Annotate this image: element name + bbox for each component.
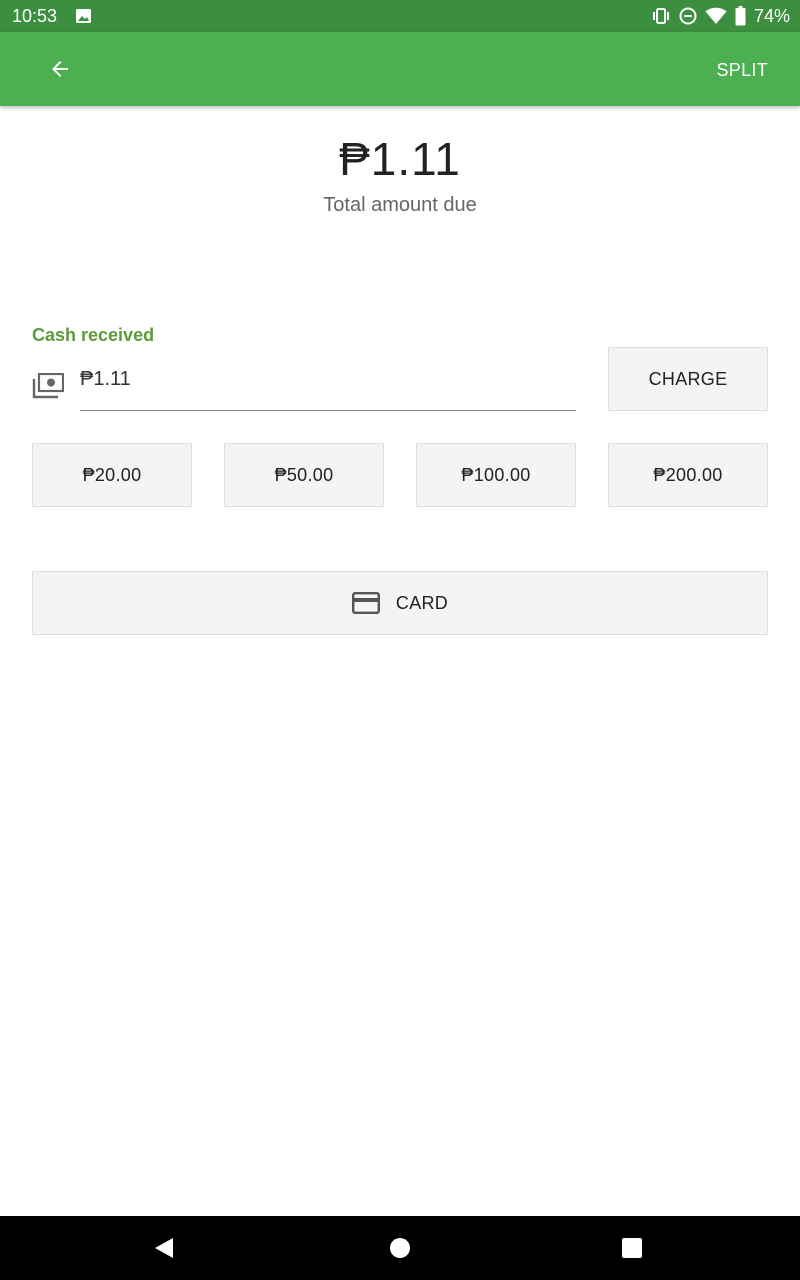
wifi-icon xyxy=(705,7,727,24)
money-icon xyxy=(32,373,64,399)
quick-amount-button[interactable]: ₱100.00 xyxy=(416,443,576,507)
status-bar: 10:53 74% xyxy=(0,0,800,32)
status-time: 10:53 xyxy=(12,6,58,26)
battery-percent: 74% xyxy=(753,5,790,26)
split-button[interactable]: SPLIT xyxy=(716,60,768,81)
nav-home-icon[interactable] xyxy=(388,1236,412,1260)
quick-amount-button[interactable]: ₱200.00 xyxy=(608,443,768,507)
card-button[interactable]: CARD xyxy=(32,571,768,635)
vibrate-icon xyxy=(652,8,669,24)
card-button-label: CARD xyxy=(395,592,449,613)
total-amount: ₱1.11 xyxy=(339,133,461,185)
nav-recents-icon[interactable] xyxy=(620,1236,644,1260)
system-nav-bar xyxy=(0,1216,800,1280)
cash-received-input[interactable] xyxy=(80,360,576,411)
app-bar: SPLIT xyxy=(0,32,800,106)
image-icon xyxy=(76,9,91,23)
charge-button[interactable]: CHARGE xyxy=(608,347,768,411)
quick-amount-button[interactable]: ₱50.00 xyxy=(224,443,384,507)
status-icons: 74% xyxy=(651,5,790,27)
total-amount-label: Total amount due xyxy=(323,194,477,216)
do-not-disturb-icon xyxy=(679,7,697,25)
cash-received-label: Cash received xyxy=(32,325,155,345)
nav-back-icon[interactable] xyxy=(152,1236,176,1260)
quick-amount-button[interactable]: ₱20.00 xyxy=(32,443,192,507)
arrow-left-icon xyxy=(52,61,68,77)
credit-card-icon xyxy=(351,592,380,614)
battery-icon xyxy=(735,6,746,26)
back-button[interactable] xyxy=(40,49,80,89)
